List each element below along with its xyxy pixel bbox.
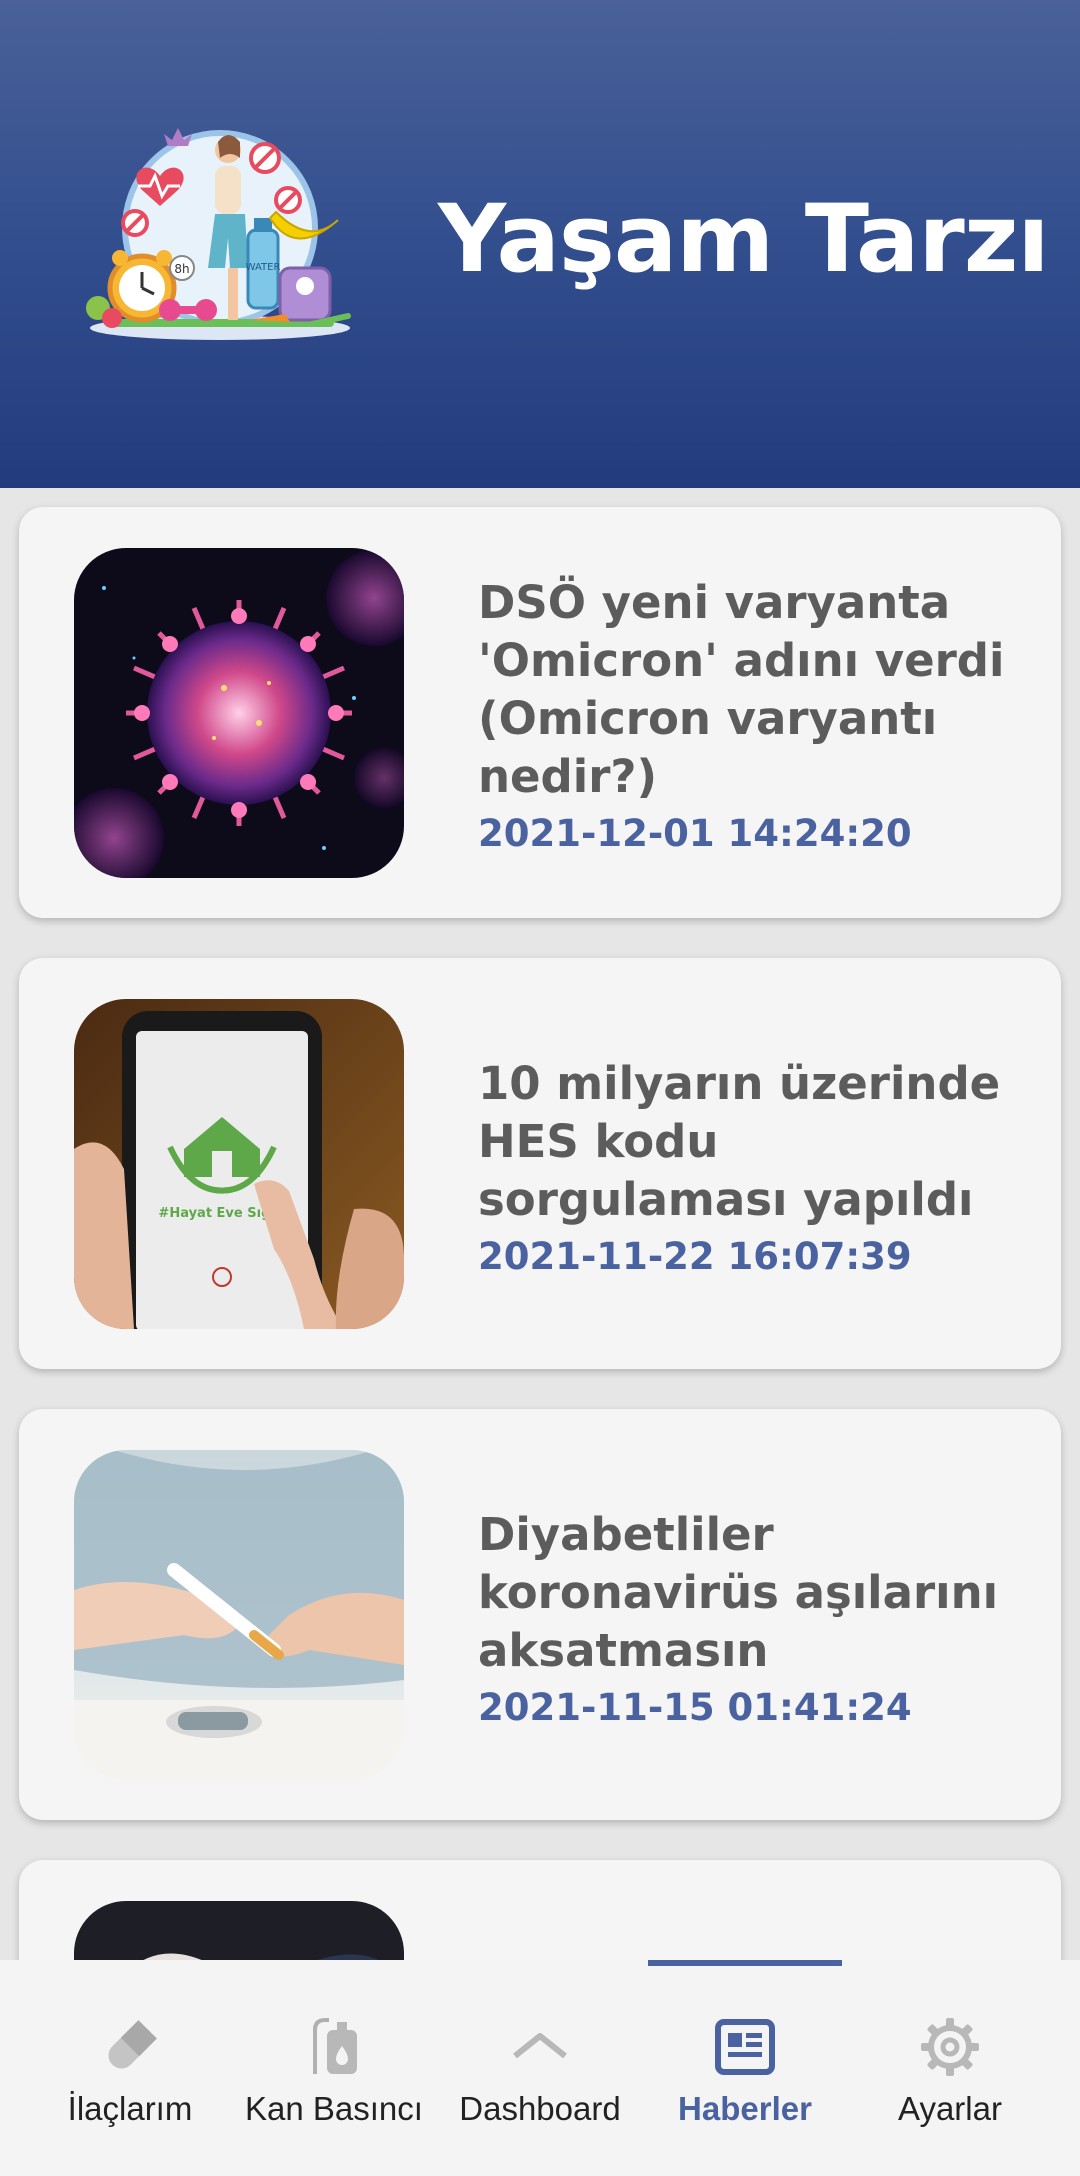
- nav-item-dashboard[interactable]: Dashboard: [432, 1960, 648, 2176]
- nav-item-ayarlar[interactable]: Ayarlar: [842, 1960, 1058, 2176]
- news-date: 2021-11-15 01:41:24: [478, 1686, 912, 1729]
- nav-label: Dashboard: [459, 2090, 621, 2127]
- news-title: 10 milyarın üzerinde HES kodu sorgulamas…: [478, 1057, 1001, 1226]
- active-tab-indicator: [648, 1960, 842, 1966]
- news-thumbnail: #Hayat Eve Sığar: [74, 999, 404, 1329]
- app-header: 8h WATER Yaşam Tarzı: [0, 0, 1080, 488]
- nav-label: İlaçlarım: [67, 2090, 193, 2127]
- news-title: Diyabetliler koronavirüs aşılarını aksat…: [478, 1508, 999, 1677]
- news-thumbnail: [74, 1450, 404, 1780]
- lifestyle-illustration: 8h WATER: [80, 128, 360, 348]
- news-card[interactable]: DSÖ yeni varyanta 'Omicron' adını verdi …: [19, 507, 1061, 918]
- news-thumbnail: [74, 548, 404, 878]
- news-card[interactable]: #Hayat Eve Sığar 10 milyarın üzerinde HE…: [19, 958, 1061, 1369]
- news-card[interactable]: Diyabetliler koronavirüs aşılarını aksat…: [19, 1409, 1061, 1820]
- news-date: 2021-11-22 16:07:39: [478, 1235, 912, 1278]
- page-title: Yaşam Tarzı: [438, 185, 1050, 294]
- nav-label: Kan Basıncı: [245, 2090, 423, 2127]
- nav-label: Ayarlar: [898, 2090, 1002, 2127]
- bottom-navigation: İlaçlarım Kan Basıncı Dashboard Haberler: [0, 1960, 1080, 2176]
- nav-item-ilaclarim[interactable]: İlaçlarım: [22, 1960, 238, 2176]
- chevron-up-icon: [513, 2033, 567, 2059]
- svg-text:WATER: WATER: [246, 262, 281, 273]
- svg-text:8h: 8h: [174, 262, 189, 276]
- blood-bag-icon: [313, 2018, 357, 2074]
- news-date: 2021-12-01 14:24:20: [478, 812, 912, 855]
- gear-icon: [921, 2018, 979, 2076]
- nav-item-kan-basinci[interactable]: Kan Basıncı: [226, 1960, 442, 2176]
- news-title: DSÖ yeni varyanta 'Omicron' adını verdi …: [478, 576, 1005, 803]
- pill-icon: [108, 2020, 157, 2069]
- nav-label: Haberler: [678, 2090, 812, 2127]
- nav-item-haberler[interactable]: Haberler: [637, 1960, 853, 2176]
- newspaper-icon: [715, 2019, 775, 2075]
